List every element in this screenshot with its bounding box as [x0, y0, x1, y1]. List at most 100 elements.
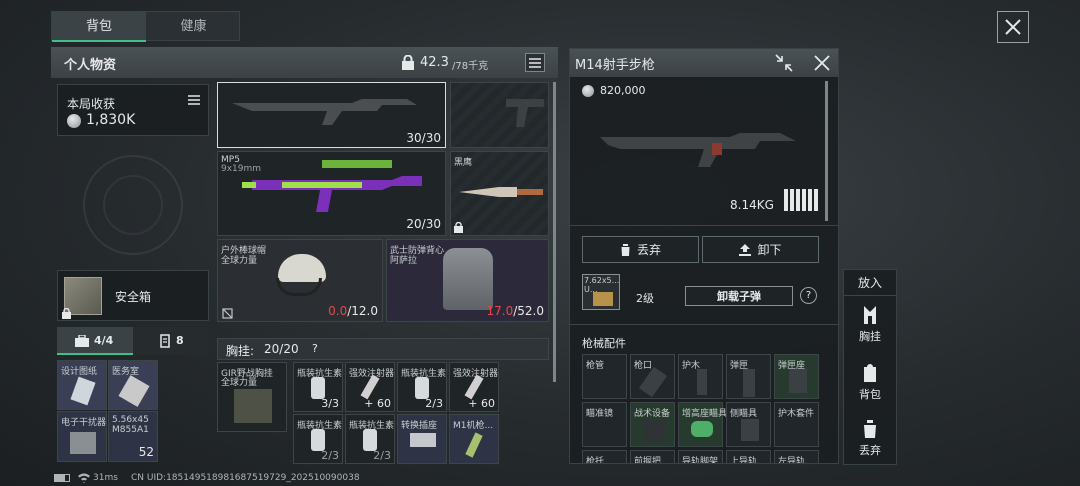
- pistol-image: [506, 99, 544, 127]
- harvest-value: 1,830K: [86, 112, 136, 128]
- attachment-slot[interactable]: 增高座瞄具: [678, 402, 727, 447]
- lock-icon: [402, 55, 414, 70]
- chest-rig-icon: [864, 306, 876, 324]
- status-bar: 31ms CN UID:18514951898168751972​9_20251…: [54, 472, 554, 486]
- detail-scrollbar[interactable]: [825, 81, 828, 221]
- put-in-title: 放入: [844, 270, 896, 296]
- list-icon: [188, 95, 200, 105]
- helmet-slot[interactable]: 户外棒球帽 全球力量 0.0/12.0: [217, 239, 383, 322]
- ammo-slot[interactable]: 7.62x5... U...: [582, 274, 620, 310]
- put-in-backpack-label: 背包: [859, 388, 881, 401]
- attachment-slot[interactable]: 枪管: [582, 354, 627, 399]
- rig-item[interactable]: 瓶装抗生素 2/3: [293, 414, 343, 464]
- unload-button[interactable]: 卸下: [702, 236, 819, 263]
- backpack-icon: [864, 364, 876, 382]
- weapon-image: [600, 133, 796, 167]
- weight-value: 42.3: [420, 55, 449, 70]
- safe-box-slot[interactable]: 安全箱: [57, 270, 209, 321]
- pouch-item[interactable]: 设计图纸: [57, 360, 107, 410]
- attachment-slot[interactable]: 左导轨: [774, 450, 819, 463]
- detail-title: M14射手步枪: [575, 58, 655, 73]
- mp5-slot[interactable]: MP5 9x19mm 20/30: [217, 151, 446, 236]
- attachment-slot[interactable]: 战术设备: [630, 402, 675, 447]
- toolbox-icon: [75, 335, 89, 347]
- attachment-slot[interactable]: 弹匣座: [774, 354, 819, 399]
- ammo-level: 2级: [636, 292, 654, 305]
- rig-item[interactable]: 强效注射器 + 60: [449, 362, 499, 412]
- inventory-scrollbar[interactable]: [553, 82, 556, 382]
- helmet-durability: 0.0/12.0: [328, 304, 378, 318]
- pouch-item[interactable]: 5.56x45 M855A1 52: [108, 411, 158, 462]
- attachment-slot[interactable]: 瞄准镜: [582, 402, 627, 447]
- attachment-slot[interactable]: 前握把: [630, 450, 675, 463]
- attachment-slot[interactable]: 护木: [678, 354, 723, 399]
- uid: CN UID:18514951898168751972​9_2025100900…: [131, 473, 360, 483]
- rifle-ammo-count: 30/30: [406, 131, 441, 145]
- put-in-discard-label: 丢弃: [859, 444, 881, 457]
- attachment-slot[interactable]: 导轨脚架: [678, 450, 723, 463]
- rifle-slot[interactable]: 30/30: [217, 82, 446, 148]
- pouch-item-name: 设计图纸: [61, 367, 98, 377]
- close-button[interactable]: [997, 11, 1029, 43]
- rig-item[interactable]: M1机枪...: [449, 414, 499, 464]
- put-in-rig-button[interactable]: 胸挂: [844, 302, 896, 346]
- tool-counter-tab[interactable]: 4/4: [57, 327, 133, 355]
- tab-health[interactable]: 健康: [146, 12, 241, 42]
- put-in-backpack-button[interactable]: 背包: [844, 360, 896, 404]
- chest-rig-label: 胸挂:: [226, 344, 255, 358]
- vest-slot[interactable]: 武士防弹背心 阿萨拉 17.0/52.0: [386, 239, 549, 322]
- tab-backpack[interactable]: 背包: [52, 12, 146, 42]
- chest-rig-header: 胸挂: 20/20 ?: [217, 338, 549, 360]
- rig-item[interactable]: 瓶装抗生素 2/3: [397, 362, 447, 412]
- rig-item[interactable]: 强效注射器 + 60: [345, 362, 395, 412]
- personal-list-button[interactable]: [525, 53, 545, 72]
- trash-icon: [619, 243, 631, 256]
- attachment-slot[interactable]: 护木套件: [774, 402, 819, 447]
- unload-label: 卸下: [757, 243, 782, 257]
- no-armor-icon: [222, 308, 233, 319]
- attachment-slot[interactable]: 上导轨: [726, 450, 771, 463]
- rig-item[interactable]: 瓶装抗生素 3/3: [293, 362, 343, 412]
- lock-icon: [62, 308, 71, 319]
- rig-item[interactable]: 瓶装抗生素 2/3: [345, 414, 395, 464]
- harvest-list-button[interactable]: [185, 92, 203, 108]
- knife-slot[interactable]: 黑鹰: [450, 151, 549, 236]
- close-icon[interactable]: [813, 54, 831, 72]
- ammo-counter-tab[interactable]: 8: [133, 327, 209, 355]
- pistol-slot[interactable]: [450, 82, 549, 148]
- magazine-icon: [160, 334, 170, 348]
- personal-header: 个人物资 42.3 /78千克: [51, 47, 558, 78]
- inventory-grid: 30/30 MP5 9x19mm 20/30 黑鹰 户外棒球帽 全球力量 0.0…: [215, 82, 551, 464]
- knife-image: [459, 187, 543, 197]
- pouch-item-name: 5.56x45 M855A1: [112, 415, 149, 435]
- attachment-slot[interactable]: 枪托: [582, 450, 627, 463]
- vest-durability: 17.0/52.0: [486, 304, 544, 318]
- unload-ammo-button[interactable]: 卸载子弹: [685, 286, 793, 306]
- discard-label: 丢弃: [636, 243, 661, 257]
- chest-rig-help-button[interactable]: ?: [312, 342, 318, 355]
- chest-rig-slot[interactable]: GIR野战胸挂 全球力量: [217, 362, 287, 432]
- attachment-slot[interactable]: 侧瞄具: [726, 402, 771, 447]
- ammo-help-button[interactable]: ?: [800, 287, 817, 304]
- top-tabs: 背包 健康: [51, 11, 241, 42]
- battery-icon: [54, 474, 70, 482]
- size-grid-icon: [784, 189, 818, 211]
- pouch-item[interactable]: 医务室: [108, 360, 158, 410]
- collapse-icon[interactable]: [775, 54, 793, 72]
- pouch-grid: 设计图纸 医务室 电子干扰器 5.56x45 M855A1 52: [57, 360, 159, 462]
- attachment-slot[interactable]: 弹匣: [726, 354, 771, 399]
- put-in-discard-button[interactable]: 丢弃: [844, 416, 896, 460]
- put-in-panel: 放入 胸挂 背包 丢弃: [843, 269, 897, 465]
- rig-item[interactable]: 转换插座: [397, 414, 447, 464]
- pouch-item[interactable]: 电子干扰器: [57, 411, 107, 462]
- list-icon: [529, 57, 541, 68]
- helmet-brand: 全球力量: [221, 256, 258, 266]
- put-in-rig-label: 胸挂: [859, 330, 881, 343]
- harvest-label: 本局收获: [67, 97, 116, 111]
- vest-brand: 阿萨拉: [390, 256, 418, 266]
- discard-button[interactable]: 丢弃: [582, 236, 699, 263]
- tool-counter: 4/4: [94, 334, 114, 347]
- attachment-slot[interactable]: 枪口: [630, 354, 675, 399]
- safe-box-label: 安全箱: [115, 290, 152, 304]
- rifle-image: [232, 99, 417, 125]
